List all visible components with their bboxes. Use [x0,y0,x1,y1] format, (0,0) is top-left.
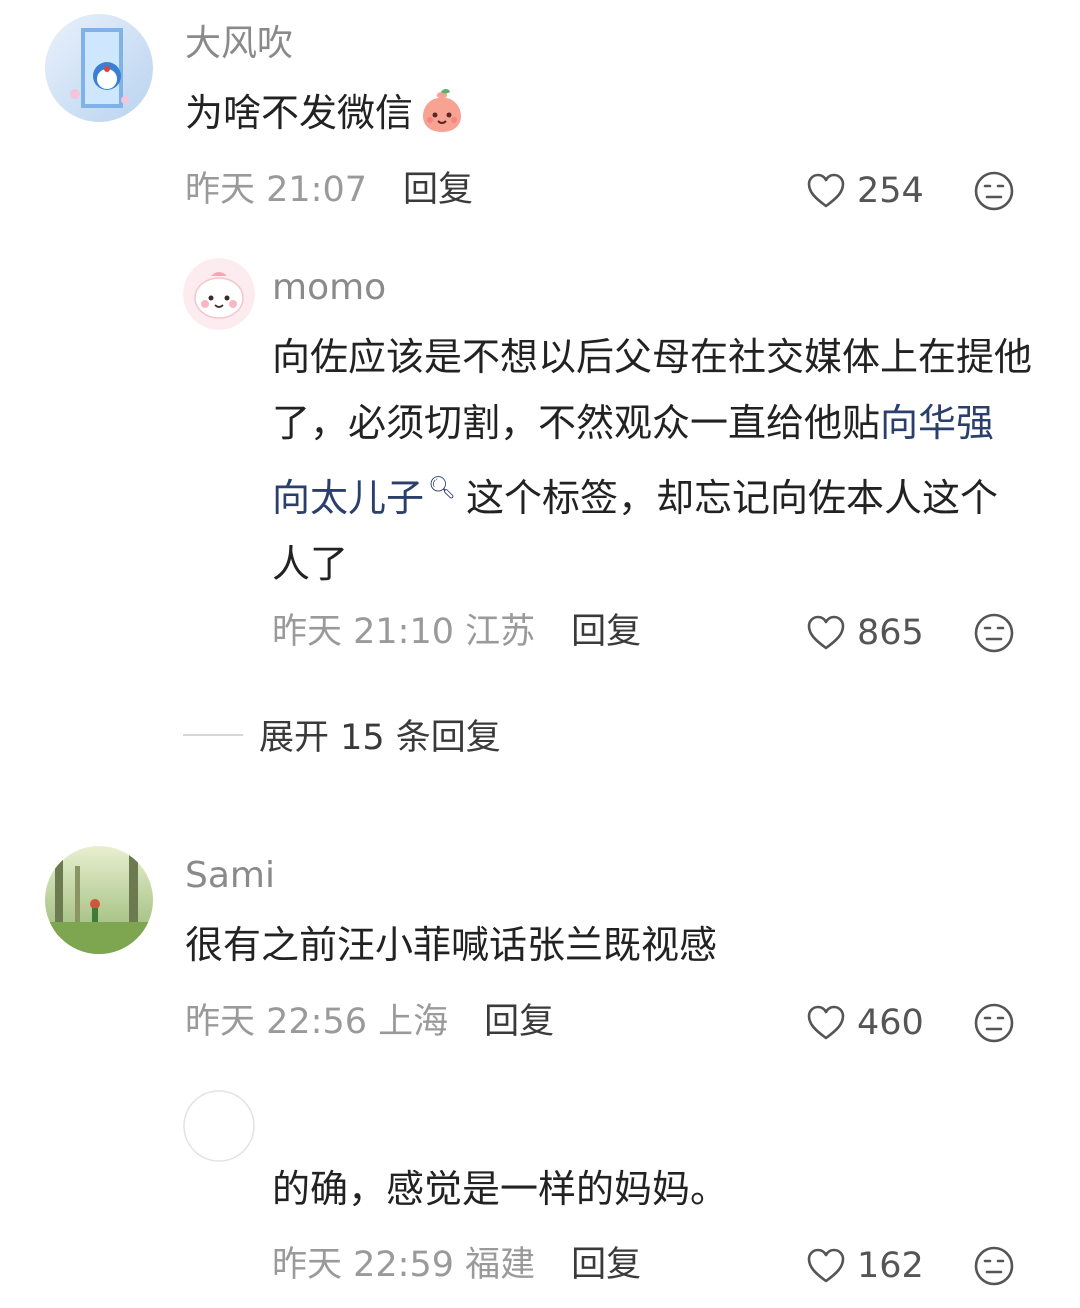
comment-meta: 昨天 21:07 回复 [185,173,473,208]
divider [183,733,243,736]
comment-text-body: 为啥不发微信 [185,91,414,135]
heart-outline-icon [807,1005,845,1040]
neutral-face-icon [974,613,1014,653]
reaction-button[interactable] [973,612,1015,654]
like-button[interactable]: 254 [805,170,924,212]
neutral-face-icon [974,1003,1014,1043]
reply-text: 的确，感觉是一样的妈妈。 [272,1167,729,1211]
avatar[interactable] [183,258,255,330]
reply-time: 昨天 21:10 江苏 [272,612,536,652]
neutral-face-icon [974,171,1014,211]
reply-button[interactable]: 回复 [571,612,641,652]
like-count: 460 [857,1002,924,1043]
like-count: 254 [857,170,924,211]
search-icon[interactable]: 🔍︎ [428,476,456,501]
reply-button[interactable]: 回复 [403,170,473,210]
peach-emoji-icon [417,88,467,134]
reply-time: 昨天 22:59 福建 [272,1245,536,1285]
comment-meta: 昨天 22:56 上海 回复 [185,1005,554,1040]
comment-time: 昨天 21:07 [185,170,367,210]
expand-replies-label: 展开 15 条回复 [259,718,501,758]
heart-outline-icon [807,173,845,208]
reaction-button[interactable] [973,1002,1015,1044]
like-count: 162 [857,1245,924,1286]
comment-text: 很有之前汪小菲喊话张兰既视感 [185,923,718,967]
comment-text: 为啥不发微信 [185,80,945,146]
reply-meta: 昨天 22:59 福建 回复 [272,1248,641,1283]
reaction-button[interactable] [973,170,1015,212]
heart-outline-icon [807,615,845,650]
neutral-face-icon [974,1246,1014,1286]
reply-button[interactable]: 回复 [571,1245,641,1285]
like-button[interactable]: 865 [805,612,924,654]
expand-replies-button[interactable]: 展开 15 条回复 [183,709,501,760]
avatar[interactable] [45,846,153,954]
like-button[interactable]: 460 [805,1002,924,1044]
comment-time: 昨天 22:56 上海 [185,1002,449,1042]
avatar[interactable] [45,14,153,122]
reaction-button[interactable] [973,1245,1015,1287]
heart-outline-icon [807,1248,845,1283]
reply-button[interactable]: 回复 [484,1002,554,1042]
username[interactable]: Sami [185,858,275,894]
like-count: 865 [857,612,924,653]
reply-text: 向佐应该是不想以后父母在社交媒体上在提他了，必须切割，不然观众一直给他贴向华强向… [272,324,1032,597]
username[interactable]: 大风吹 [185,26,293,62]
like-button[interactable]: 162 [805,1245,924,1287]
username[interactable]: momo [272,270,386,306]
reply-meta: 昨天 21:10 江苏 回复 [272,615,641,650]
avatar[interactable] [183,1090,255,1162]
